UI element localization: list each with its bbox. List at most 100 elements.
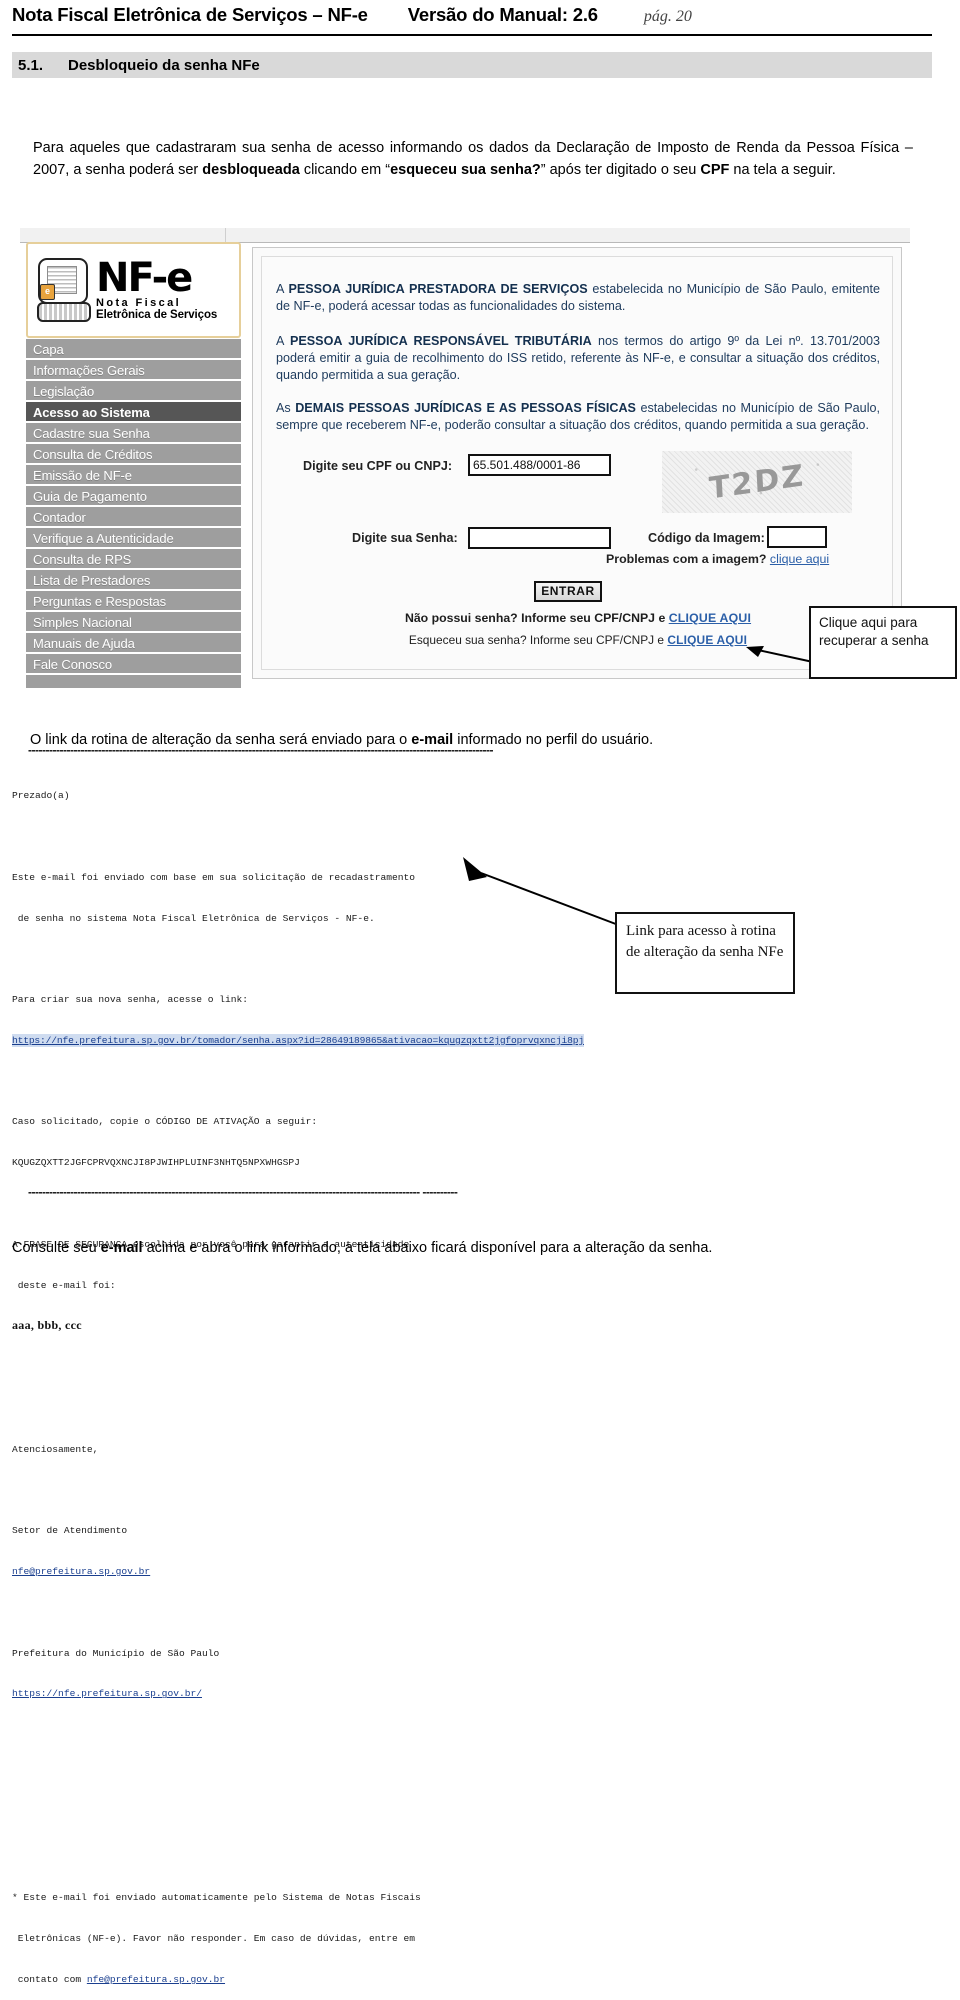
blurb1-bold: PESSOA JURÍDICA PRESTADORA DE SERVIÇOS (288, 281, 588, 296)
page-header: Nota Fiscal Eletrônica de Serviços – NF-… (12, 4, 932, 38)
email-spacer-9 (12, 1769, 712, 1783)
dashed-rule-top: ----------------------------------------… (28, 743, 493, 757)
email-spacer-1 (12, 830, 712, 844)
blurb-prestadora: A PESSOA JURÍDICA PRESTADORA DE SERVIÇOS… (276, 281, 880, 315)
manual-version: Versão do Manual: 2.6 (407, 4, 598, 25)
menu-bottom-filler (26, 675, 241, 688)
callout-arrow-2 (463, 857, 630, 930)
codigo-imagem-label: Código da Imagem: (648, 531, 765, 545)
sidebar-item-acesso-ao-sistema[interactable]: Acesso ao Sistema (26, 402, 241, 423)
email-line-3: Para criar sua nova senha, acesse o link… (12, 994, 249, 1006)
esqueceu-text: Esqueceu sua senha? Informe seu CPF/CNPJ… (408, 633, 668, 647)
captcha-image: T2DZ (662, 451, 852, 513)
email-support-address[interactable]: nfe@prefeitura.sp.gov.br (12, 1566, 150, 1577)
senha-label: Digite sua Senha: (352, 531, 458, 545)
document-title: Nota Fiscal Eletrônica de Serviços – NF-… (12, 4, 368, 25)
email-signoff: Atenciosamente, (12, 1443, 99, 1455)
logo-wordmark: NF-e (96, 254, 193, 301)
intro-text-3: ” após ter digitado o seu (540, 161, 701, 178)
nfe-computer-icon: e (34, 256, 92, 324)
intro-text-4: na tela a seguir. (729, 161, 836, 178)
page-number: pág. 20 (643, 8, 692, 25)
logo-badge-letter: e (40, 284, 55, 300)
nfe-content-inner: A PESSOA JURÍDICA PRESTADORA DE SERVIÇOS… (261, 256, 893, 670)
header-divider (12, 34, 932, 36)
section-title: Desbloqueio da senha NFe (68, 56, 260, 74)
sidebar-item-contador[interactable]: Contador (26, 507, 241, 528)
dashed-rule-bottom: ----------------------------------------… (28, 1185, 458, 1199)
sidebar-item-cadastre-sua-senha[interactable]: Cadastre sua Senha (26, 423, 241, 444)
footer-part1: Consulte seu (12, 1239, 101, 1256)
sidebar-item-verifique-a-autenticidade[interactable]: Verifique a Autenticidade (26, 528, 241, 549)
nao-possui-senha-line: Não possui senha? Informe seu CPF/CNPJ e… (262, 611, 894, 625)
email-city-hall: Prefeitura do Município de São Paulo (12, 1647, 220, 1659)
sidebar-item-simples-nacional[interactable]: Simples Nacional (26, 612, 241, 633)
keyboard-icon (37, 302, 91, 322)
captcha-problem-text: Problemas com a imagem? (606, 552, 770, 566)
email-spacer-4 (12, 1197, 712, 1211)
section-number: 5.1. (18, 56, 44, 74)
intro-paragraph: Para aqueles que cadastraram sua senha d… (33, 137, 913, 181)
esqueceu-link[interactable]: CLIQUE AQUI (667, 633, 747, 647)
section-heading: 5.1. Desbloqueio da senha NFe (12, 52, 932, 78)
logo-subtitle-1: Nota Fiscal (96, 296, 182, 309)
email-spacer-6 (12, 1483, 712, 1497)
blurb1-pre: A (276, 281, 289, 296)
sidebar-item-fale-conosco[interactable]: Fale Conosco (26, 654, 241, 675)
captcha-problem-link[interactable]: clique aqui (770, 552, 829, 566)
intro-bold-desbloqueada: desbloqueada (202, 161, 300, 178)
email-spacer-2 (12, 952, 712, 966)
intro-bold-esqueceu: esqueceu sua senha? (390, 161, 541, 178)
sidebar-item-guia-de-pagamento[interactable]: Guia de Pagamento (26, 486, 241, 507)
sidebar-item-legisla-o[interactable]: Legislação (26, 381, 241, 402)
intro-bold-cpf: CPF (700, 161, 730, 178)
sidebar-item-informa-es-gerais[interactable]: Informações Gerais (26, 360, 241, 381)
email-disclaimer-3-pre: contato com (12, 1973, 87, 1985)
logo-subtitle-2: Eletrônica de Serviços (96, 308, 218, 321)
blurb3-pre: As (276, 400, 296, 415)
email-spacer-11 (12, 1851, 712, 1865)
intro-text-2: clicando em “ (299, 161, 391, 178)
sidebar-item-perguntas-e-respostas[interactable]: Perguntas e Respostas (26, 591, 241, 612)
nfe-login-screenshot: e NF-e Nota Fiscal Eletrônica de Serviço… (20, 228, 910, 698)
sidebar-item-emiss-o-de-nf-e[interactable]: Emissão de NF-e (26, 465, 241, 486)
nfe-sidebar: e NF-e Nota Fiscal Eletrônica de Serviço… (26, 242, 241, 688)
callout-recuperar-senha: Clique aqui para recuperar a senha (809, 606, 957, 679)
nao-possui-text: Não possui senha? Informe seu CPF/CNPJ e (404, 611, 669, 625)
cpf-input[interactable]: 65.501.488/0001-86 (468, 454, 611, 476)
email-reset-url[interactable]: https://nfe.prefeitura.sp.gov.br/tomador… (12, 1033, 584, 1048)
sidebar-item-manuais-de-ajuda[interactable]: Manuais de Ajuda (26, 633, 241, 654)
blurb3-bold: DEMAIS PESSOAS JURÍDICAS E AS PESSOAS FÍ… (295, 400, 636, 415)
blurb-demais: As DEMAIS PESSOAS JURÍDICAS E AS PESSOAS… (276, 400, 880, 434)
sidebar-item-consulta-de-cr-ditos[interactable]: Consulta de Créditos (26, 444, 241, 465)
sidebar-item-lista-de-prestadores[interactable]: Lista de Prestadores (26, 570, 241, 591)
nfe-menu: Capa Informações Gerais Legislação Acesso a… (26, 339, 241, 675)
email-spacer-10 (12, 1810, 712, 1824)
email-spacer-5 (12, 1361, 712, 1375)
email-site-url[interactable]: https://nfe.prefeitura.sp.gov.br/ (12, 1688, 202, 1699)
email-department: Setor de Atendimento (12, 1525, 128, 1537)
footer-part2: acima e abra o link informado, a tela ab… (142, 1239, 713, 1256)
callout-arrow-1 (746, 646, 814, 663)
blurb-responsavel: A PESSOA JURÍDICA RESPONSÁVEL TRIBUTÁRIA… (276, 333, 880, 384)
email-spacer-7 (12, 1606, 712, 1620)
blurb2-pre: A (276, 333, 290, 348)
email-disclaimer-2: Eletrônicas (NF-e). Favor não responder.… (12, 1933, 416, 1945)
nfe-logo-text: NF-e Nota Fiscal Eletrônica de Serviços (96, 254, 218, 321)
senha-input[interactable] (468, 527, 611, 549)
captcha-text: T2DZ (708, 457, 806, 507)
email-line-4: Caso solicitado, copie o CÓDIGO DE ATIVA… (12, 1116, 318, 1128)
nao-possui-link[interactable]: CLIQUE AQUI (669, 611, 751, 625)
email-activation-code: KQUGZQXTT2JGFCPRVQXNCJI8PJWIHPLUINF3NHTQ… (12, 1157, 300, 1169)
sidebar-item-capa[interactable]: Capa (26, 339, 241, 360)
browser-top-strip (20, 228, 910, 243)
nfe-logo: e NF-e Nota Fiscal Eletrônica de Serviço… (26, 242, 241, 338)
codigo-imagem-input[interactable] (767, 526, 827, 548)
footer-bold: e-mail (100, 1239, 143, 1256)
email-disclaimer-contact[interactable]: nfe@prefeitura.sp.gov.br (87, 1974, 225, 1985)
blurb2-bold: PESSOA JURÍDICA RESPONSÁVEL TRIBUTÁRIA (289, 333, 592, 348)
entrar-button[interactable]: ENTRAR (534, 581, 602, 602)
sidebar-item-consulta-de-rps[interactable]: Consulta de RPS (26, 549, 241, 570)
email-greeting: Prezado(a) (12, 790, 70, 802)
callout-link-alteracao: Link para acesso à rotina de alteração d… (615, 912, 795, 994)
